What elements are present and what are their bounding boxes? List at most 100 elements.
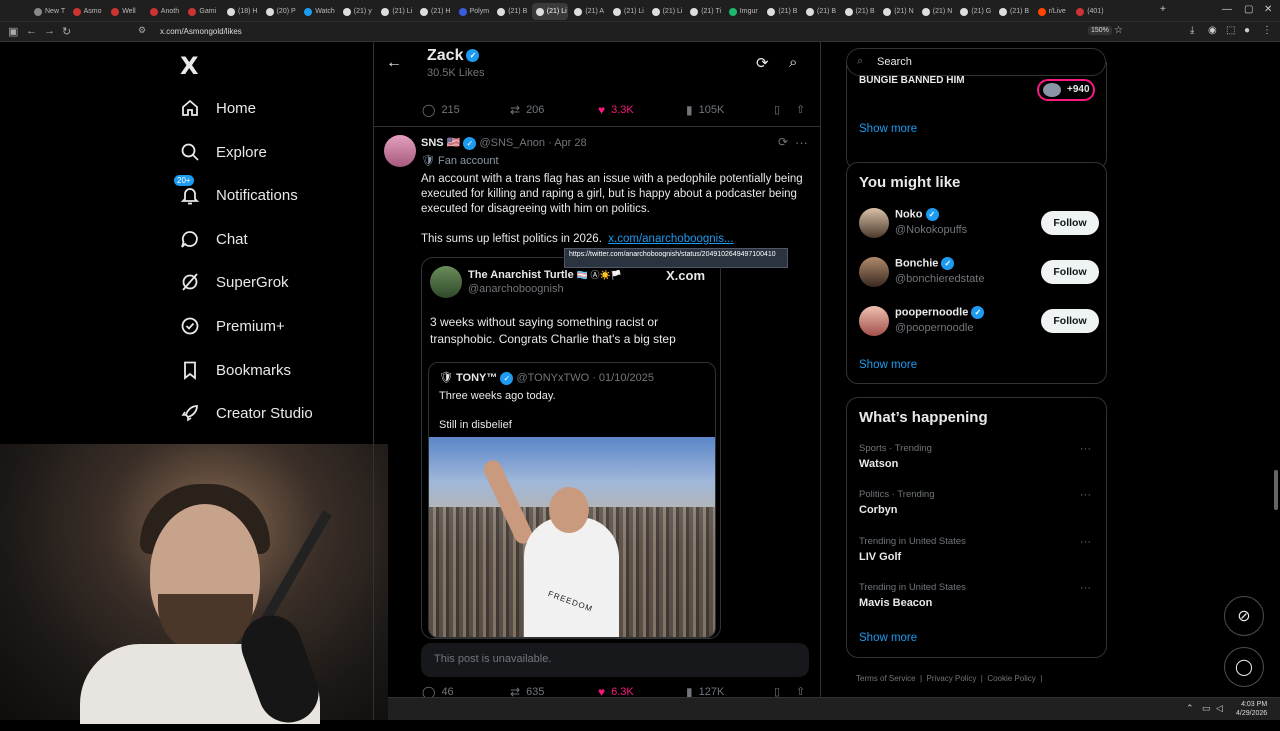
zoom-level[interactable]: 150% [1088, 26, 1112, 35]
follow-button[interactable]: Follow [1041, 309, 1099, 333]
site-info-icon[interactable]: ⚙ [138, 25, 146, 36]
trend-item[interactable]: Politics · Trending Corbyn ··· [859, 489, 1099, 523]
favorite-star-icon[interactable]: ☆ [1114, 25, 1123, 36]
nav-supergrok[interactable]: SuperGrok [178, 267, 289, 297]
bookmark-button[interactable]: ▯ [774, 103, 780, 116]
profile-icon[interactable]: ● [1244, 25, 1250, 36]
grok-fab[interactable]: ⊘ [1224, 596, 1264, 636]
avatar[interactable] [384, 135, 416, 167]
maximize-icon[interactable]: ▢ [1244, 4, 1253, 15]
more-icon[interactable]: ··· [1080, 443, 1091, 455]
browser-tab[interactable]: Gami [184, 3, 220, 20]
new-tab-icon[interactable]: + [1160, 4, 1166, 15]
browser-tab[interactable]: (21) Li [609, 3, 645, 20]
new-posts-pill[interactable]: +940 [1037, 79, 1095, 101]
browser-tab[interactable]: (20) P [262, 3, 298, 20]
trend-item[interactable]: Trending in United States Mavis Beacon ·… [859, 582, 1099, 616]
share-icon[interactable]: ⇧ [796, 103, 805, 116]
close-icon[interactable]: ✕ [1264, 4, 1272, 15]
grok-icon[interactable]: ⟳ [778, 135, 788, 149]
reply-button[interactable]: ◯ 215 [422, 103, 460, 117]
nav-bookmarks[interactable]: Bookmarks [178, 355, 291, 385]
forward-icon[interactable]: → [44, 25, 55, 37]
avatar[interactable] [859, 306, 889, 336]
nav-chat[interactable]: Chat [178, 224, 248, 254]
browser-tab[interactable]: (21) y [339, 3, 375, 20]
sidebar-toggle-icon[interactable]: ▣ [8, 25, 18, 38]
browser-tab[interactable]: Polym [455, 3, 491, 20]
browser-tab[interactable]: (21) Li [377, 3, 413, 20]
like-button[interactable]: ♥ 3.3K [598, 103, 634, 117]
chat-fab[interactable]: ◯ [1224, 647, 1264, 687]
browser-tab[interactable]: Imgur [725, 3, 761, 20]
more-icon[interactable]: ··· [1080, 536, 1091, 548]
more-icon[interactable]: ··· [1080, 582, 1091, 594]
browser-tab[interactable]: New T [30, 3, 66, 20]
suggestion-row[interactable]: poopernoodle ✓ @poopernoodle Follow [859, 306, 1099, 340]
post-photo[interactable]: FREEDOM [429, 437, 715, 637]
avatar[interactable] [859, 257, 889, 287]
follow-button[interactable]: Follow [1041, 211, 1099, 235]
cookie-link[interactable]: Cookie Policy [987, 674, 1035, 683]
grok-refresh-icon[interactable]: ⟳ [756, 54, 769, 72]
browser-tab[interactable]: (21) A [570, 3, 606, 20]
browser-tab[interactable]: (21) B [763, 3, 799, 20]
puzzle-icon[interactable]: ⬚ [1226, 25, 1235, 36]
browser-tab[interactable]: Watch [300, 3, 336, 20]
volume-icon[interactable]: ◁ [1216, 703, 1223, 714]
url-field[interactable]: x.com/Asmongold/likes [160, 25, 242, 39]
browser-tab[interactable]: (21) Ti [686, 3, 722, 20]
network-icon[interactable]: ▭ [1202, 703, 1211, 714]
x-logo[interactable]: X [180, 52, 199, 80]
show-more-link[interactable]: Show more [859, 123, 917, 135]
browser-tab[interactable]: (18) H [223, 3, 259, 20]
back-arrow-icon[interactable]: ← [386, 54, 402, 72]
nav-creator-studio[interactable]: Creator Studio [178, 398, 313, 428]
follow-button[interactable]: Follow [1041, 260, 1099, 284]
post[interactable]: SNS 🇺🇸 ✓ @SNS_Anon · Apr 28 🛡 Fan account… [374, 126, 820, 677]
terms-link[interactable]: Terms of Service [856, 674, 916, 683]
nav-explore[interactable]: Explore [178, 137, 267, 167]
suggestion-row[interactable]: Noko ✓ @Nokokopuffs Follow [859, 208, 1099, 242]
tray-chevron-icon[interactable]: ⌃ [1186, 703, 1194, 714]
avatar[interactable] [859, 208, 889, 238]
quoted-post[interactable]: The Anarchist Turtle 🏳️‍⚧️ Ⓐ☀️🏳️ @anarch… [421, 257, 721, 639]
browser-tab[interactable]: Asmo [69, 3, 105, 20]
suggestion-row[interactable]: Bonchie ✓ @bonchieredstate Follow [859, 257, 1099, 291]
browser-tab[interactable]: Well [107, 3, 143, 20]
browser-tab[interactable]: (21) Li [648, 3, 684, 20]
more-icon[interactable]: ··· [795, 135, 808, 150]
search-input[interactable]: ⌕ Search [846, 48, 1106, 76]
browser-tab[interactable]: Anoth [146, 3, 182, 20]
post-link[interactable]: x.com/anarchoboognis... [608, 233, 733, 245]
repost-button[interactable]: ⇄ 206 [510, 103, 544, 117]
browser-tab[interactable]: (21) N [879, 3, 915, 20]
page-scrollbar[interactable] [1274, 470, 1278, 510]
views-button[interactable]: ▮ 105K [686, 103, 724, 117]
show-more-link[interactable]: Show more [859, 632, 917, 644]
post-author[interactable]: SNS 🇺🇸 ✓ @SNS_Anon · Apr 28 [421, 136, 587, 150]
browser-tab[interactable]: (21) Li [531, 3, 568, 20]
privacy-link[interactable]: Privacy Policy [927, 674, 977, 683]
browser-tab[interactable]: (401) [1072, 3, 1108, 20]
show-more-link[interactable]: Show more [859, 359, 917, 371]
browser-tab[interactable]: (21) B [841, 3, 877, 20]
browser-tab[interactable]: (21) B [493, 3, 529, 20]
nav-premium[interactable]: Premium+ [178, 311, 285, 341]
browser-tab[interactable]: (21) B [995, 3, 1031, 20]
browser-tab[interactable]: (21) B [802, 3, 838, 20]
nav-notifications[interactable]: 20+ Notifications [174, 175, 298, 210]
browser-tab[interactable]: (21) N [918, 3, 954, 20]
clock[interactable]: 4:03 PM 4/29/2026 [1236, 700, 1267, 718]
browser-tab[interactable]: (21) G [956, 3, 992, 20]
more-icon[interactable]: ··· [1080, 489, 1091, 501]
back-icon[interactable]: ← [26, 25, 37, 37]
trend-item[interactable]: Trending in United States LIV Golf ··· [859, 536, 1099, 570]
browser-tab[interactable]: r/Live [1034, 3, 1070, 20]
trend-item[interactable]: Sports · Trending Watson ··· [859, 443, 1099, 477]
menu-icon[interactable]: ⋮ [1262, 25, 1272, 36]
header-search-icon[interactable]: ⌕ [789, 54, 797, 71]
nested-quoted-post[interactable]: 🛡 TONY™ ✓ @TONYxTWO · 01/10/2025 Three we… [428, 362, 716, 638]
extension-icon[interactable]: ◉ [1208, 25, 1217, 36]
download-icon[interactable]: ⤓ [1190, 25, 1194, 36]
